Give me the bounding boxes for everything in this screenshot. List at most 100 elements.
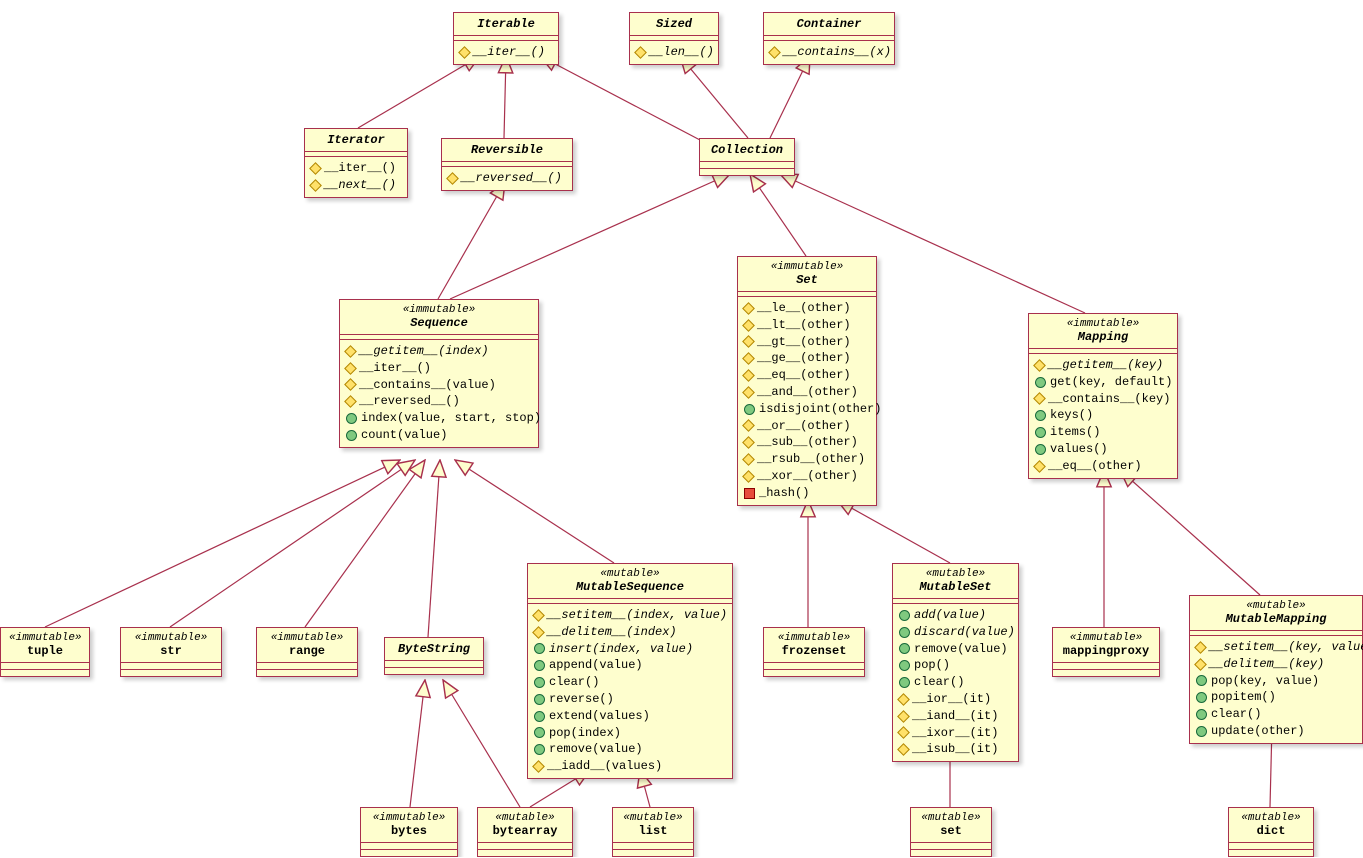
inheritance-arrow [837, 500, 950, 563]
visibility-icon [1033, 393, 1046, 406]
visibility-icon [344, 379, 357, 392]
method-list: __getitem__(key)get(key, default)__conta… [1029, 354, 1177, 478]
class-name: Sequence [348, 316, 530, 330]
method-text: keys() [1050, 407, 1093, 424]
class-name: MutableSequence [536, 580, 724, 594]
method-text: __reversed__() [461, 170, 562, 187]
method-text: __isub__(it) [912, 741, 998, 758]
inheritance-arrow [680, 56, 748, 138]
method-text: remove(value) [914, 641, 1008, 658]
inheritance-arrow [450, 174, 730, 299]
method-text: __sub__(other) [757, 434, 858, 451]
method-text: __ior__(it) [912, 691, 991, 708]
class-header: Iterator [305, 129, 407, 152]
visibility-icon [1033, 359, 1046, 372]
visibility-icon [742, 420, 755, 433]
method-text: values() [1050, 441, 1108, 458]
method-text: __contains__(value) [359, 377, 496, 394]
visibility-icon [534, 744, 545, 755]
class-sized: Sized__len__() [629, 12, 719, 65]
stereotype: «immutable» [9, 632, 81, 644]
class-frozenset: «immutable»frozenset [763, 627, 865, 677]
visibility-icon [899, 643, 910, 654]
visibility-icon [897, 693, 910, 706]
method-list: add(value)discard(value)remove(value)pop… [893, 604, 1018, 761]
class-name: ByteString [393, 642, 475, 656]
method: __iter__() [460, 44, 552, 61]
method: __eq__(other) [1035, 458, 1171, 475]
method: pop(index) [534, 725, 726, 742]
visibility-icon [344, 345, 357, 358]
visibility-icon [534, 643, 545, 654]
class-name: Container [772, 17, 886, 31]
class-bytes: «immutable»bytes [360, 807, 458, 857]
visibility-icon [1196, 709, 1207, 720]
class-name: dict [1237, 824, 1305, 838]
inheritance-arrow [410, 680, 425, 807]
visibility-icon [768, 46, 781, 59]
stereotype: «immutable» [129, 632, 213, 644]
method-text: __next__() [324, 177, 396, 194]
inheritance-arrow [770, 56, 810, 138]
method-text: __iadd__(values) [547, 758, 662, 775]
method: discard(value) [899, 624, 1012, 641]
visibility-icon [744, 488, 755, 499]
inheritance-arrow [45, 460, 400, 627]
method-text: __xor__(other) [757, 468, 858, 485]
method-text: __eq__(other) [757, 367, 851, 384]
visibility-icon [899, 627, 910, 638]
method: reverse() [534, 691, 726, 708]
inheritance-arrow [540, 56, 700, 140]
method: remove(value) [534, 741, 726, 758]
method-text: append(value) [549, 657, 643, 674]
method-text: isdisjoint(other) [759, 401, 881, 418]
method-text: __reversed__() [359, 393, 460, 410]
class-header: «mutable»dict [1229, 808, 1313, 843]
class-header: «immutable»tuple [1, 628, 89, 663]
method: __ixor__(it) [899, 725, 1012, 742]
visibility-icon [742, 336, 755, 349]
visibility-icon [346, 430, 357, 441]
method-list: __setitem__(index, value)__delitem__(ind… [528, 604, 732, 778]
method-text: __and__(other) [757, 384, 858, 401]
class-header: «mutable»list [613, 808, 693, 843]
class-range: «immutable»range [256, 627, 358, 677]
class-reversible: Reversible __reversed__() [441, 138, 573, 191]
method-text: __le__(other) [757, 300, 851, 317]
visibility-icon [1035, 427, 1046, 438]
class-name: Mapping [1037, 330, 1169, 344]
visibility-icon [742, 352, 755, 365]
inheritance-arrow [443, 680, 520, 807]
stereotype: «mutable» [486, 812, 564, 824]
visibility-icon [899, 660, 910, 671]
class-name: frozenset [772, 644, 856, 658]
method-list: __iter__()__next__() [305, 157, 407, 197]
method: values() [1035, 441, 1171, 458]
class-name: MutableMapping [1198, 612, 1354, 626]
method: clear() [534, 674, 726, 691]
method-text: __delitem__(index) [547, 624, 677, 641]
method-text: update(other) [1211, 723, 1305, 740]
method: __xor__(other) [744, 468, 870, 485]
method-text: pop(key, value) [1211, 673, 1319, 690]
class-name: Collection [708, 143, 786, 157]
method-text: pop(index) [549, 725, 621, 742]
class-name: Reversible [450, 143, 564, 157]
method: extend(values) [534, 708, 726, 725]
method-list: __iter__() [454, 41, 558, 64]
method: __ior__(it) [899, 691, 1012, 708]
stereotype: «mutable» [621, 812, 685, 824]
method-list: __contains__(x) [764, 41, 894, 64]
class-mapping: «immutable»Mapping__getitem__(key)get(ke… [1028, 313, 1178, 479]
class-header: «immutable»frozenset [764, 628, 864, 663]
class-name: bytes [369, 824, 449, 838]
class-name: Set [746, 273, 868, 287]
visibility-icon [1196, 726, 1207, 737]
class-name: str [129, 644, 213, 658]
inheritance-arrow [438, 182, 505, 299]
method-text: _hash() [759, 485, 809, 502]
visibility-icon [532, 760, 545, 773]
visibility-icon [744, 404, 755, 415]
method: __ge__(other) [744, 350, 870, 367]
method: __or__(other) [744, 418, 870, 435]
